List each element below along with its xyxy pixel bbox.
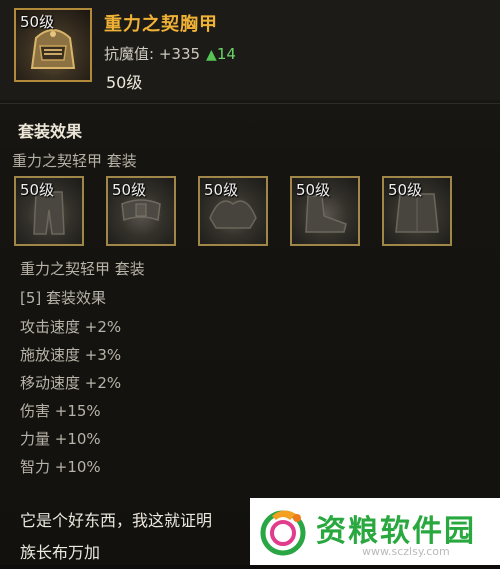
set-bonus-line: 攻击速度 +2% <box>20 318 122 336</box>
item-tooltip: 50级 重力之契胸甲 抗魔值: +335 ▲14 50级 套装效果 重力之契轻甲 … <box>0 0 500 565</box>
watermark-logo-icon <box>260 510 306 556</box>
watermark-title: 资粮软件园 <box>316 514 476 549</box>
piece-level: 50级 <box>112 181 147 199</box>
piece-level: 50级 <box>20 181 55 199</box>
set-bonus-line: 移动速度 +2% <box>20 374 122 392</box>
set-piece-pants[interactable]: 50级 <box>14 176 84 246</box>
stat-label: 抗魔值: <box>104 45 155 63</box>
description-line: 它是个好东西，我这就证明 <box>20 511 213 530</box>
set-bonus-line: 智力 +10% <box>20 458 101 476</box>
item-level-badge: 50级 <box>20 13 55 31</box>
stat-increase: 14 <box>216 45 236 63</box>
set-piece-chest[interactable]: 50级 <box>382 176 452 246</box>
piece-level: 50级 <box>388 181 423 199</box>
item-description: 它是个好东西，我这就证明 族长布万加 <box>20 505 212 569</box>
set-bonus-line: 力量 +10% <box>20 430 101 448</box>
required-level: 50级 <box>106 73 143 92</box>
set-piece-belt[interactable]: 50级 <box>106 176 176 246</box>
piece-level: 50级 <box>296 181 331 199</box>
divider <box>0 103 500 104</box>
watermark: 资粮软件园 www.sczlsy.com <box>250 498 500 565</box>
set-bonus-line: 施放速度 +3% <box>20 346 122 364</box>
set-bonus-line: [5] 套装效果 <box>20 289 107 307</box>
set-bonus-line: 重力之契轻甲 套装 <box>20 260 145 278</box>
watermark-url: www.sczlsy.com <box>362 545 450 558</box>
piece-level: 50级 <box>204 181 239 199</box>
item-name: 重力之契胸甲 <box>104 14 218 35</box>
set-name: 重力之契轻甲 套装 <box>12 152 137 170</box>
set-piece-shoulder[interactable]: 50级 <box>198 176 268 246</box>
increase-arrow-icon: ▲ <box>206 47 217 63</box>
chest-armor-icon[interactable]: 50级 <box>14 8 92 82</box>
set-bonus-line: 伤害 +15% <box>20 402 101 420</box>
item-stat: 抗魔值: +335 ▲14 <box>104 43 236 64</box>
stat-value: +335 <box>158 45 201 63</box>
set-piece-shoes[interactable]: 50级 <box>290 176 360 246</box>
description-line: 族长布万加 <box>20 543 101 562</box>
set-effect-title: 套装效果 <box>18 122 83 141</box>
